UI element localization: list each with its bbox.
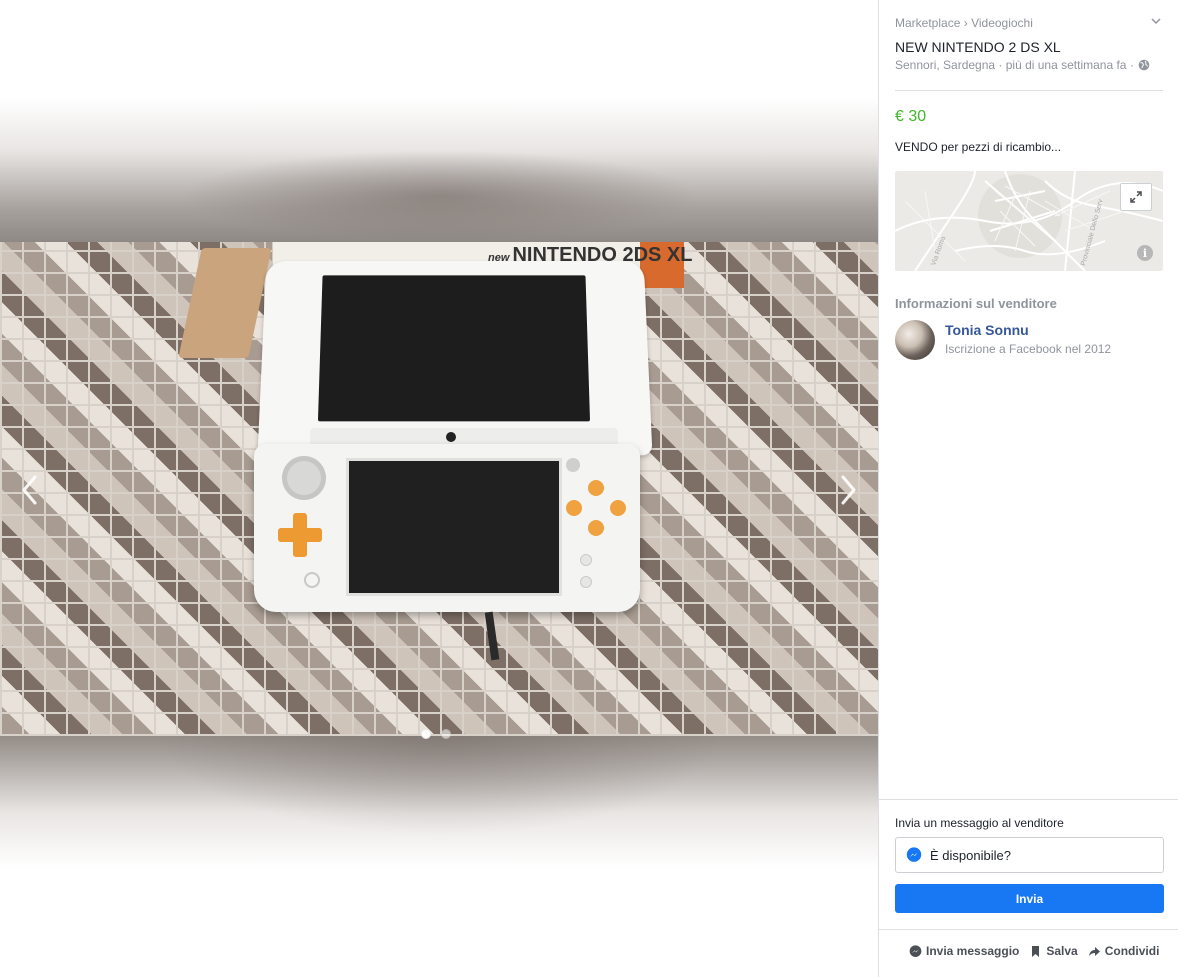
photo-pagination [421, 729, 451, 739]
photo-blur-top-shade [180, 150, 700, 242]
share-label: Condividi [1104, 944, 1160, 958]
info-icon[interactable]: i [1137, 245, 1153, 261]
console-touch-screen [346, 458, 562, 596]
footer-actions: Invia messaggio Salva Condividi [909, 944, 1159, 958]
console-button-b [588, 520, 604, 536]
chevron-left-icon [22, 475, 37, 505]
header-divider [895, 90, 1163, 91]
breadcrumb: Marketplace › Videogiochi [895, 16, 1033, 30]
message-input[interactable] [930, 847, 1150, 863]
seller-avatar[interactable] [895, 320, 935, 360]
messenger-icon [909, 944, 922, 957]
console-c-stick [566, 458, 580, 472]
breadcrumb-marketplace[interactable]: Marketplace [895, 16, 960, 30]
footer-divider [879, 929, 1178, 930]
chevron-down-icon[interactable] [1149, 14, 1163, 28]
location-map[interactable]: Via Roma Provinciale Dello Serv i [895, 171, 1163, 271]
breadcrumb-separator: › [963, 16, 968, 30]
listing-photo[interactable]: new NINTENDO 2DS XL [0, 242, 878, 736]
seller-section-heading: Informazioni sul venditore [895, 296, 1057, 311]
listing-location-text: Sennori, Sardegna · più di una settimana… [895, 58, 1134, 72]
console-dpad-vertical [293, 513, 307, 557]
expand-map-button[interactable] [1120, 183, 1152, 211]
console-camera [446, 432, 456, 442]
console-bottom-shell [254, 444, 640, 612]
photo-dot-2[interactable] [441, 729, 451, 739]
chevron-right-icon [841, 475, 856, 505]
seller-name-link[interactable]: Tonia Sonnu [945, 322, 1029, 338]
save-label: Salva [1046, 944, 1078, 958]
share-icon [1088, 946, 1100, 956]
photo-viewer: new NINTENDO 2DS XL [0, 0, 878, 977]
message-section-divider [879, 799, 1178, 800]
share-action[interactable]: Condividi [1088, 944, 1160, 958]
photo-dot-1[interactable] [421, 729, 431, 739]
listing-location: Sennori, Sardegna · più di una settimana… [895, 58, 1150, 72]
console-button-a [610, 500, 626, 516]
map-label-provinciale: Provinciale Dello Serv [1080, 198, 1105, 266]
message-label: Invia un messaggio al venditore [895, 816, 1064, 830]
console-top-shell [257, 261, 653, 456]
expand-icon [1130, 191, 1142, 203]
console-top-screen [317, 275, 591, 422]
console-stylus [484, 611, 500, 661]
previous-photo-button[interactable] [12, 472, 48, 508]
messenger-icon [906, 847, 922, 862]
console-home-button [304, 572, 320, 588]
console-start-button [580, 554, 592, 566]
send-message-label: Invia messaggio [926, 944, 1020, 958]
listing-price: € 30 [895, 108, 927, 125]
console-circle-pad [282, 456, 326, 500]
marketplace-item-viewer: new NINTENDO 2DS XL Marketplace › Videog… [0, 0, 1178, 977]
console-button-y [566, 500, 582, 516]
bookmark-icon [1032, 945, 1040, 957]
listing-details-panel: Marketplace › Videogiochi NEW NINTENDO 2… [878, 0, 1178, 977]
listing-title: NEW NINTENDO 2 DS XL [895, 39, 1061, 55]
listing-description: VENDO per pezzi di ricambio... [895, 140, 1062, 154]
console-button-x [588, 480, 604, 496]
breadcrumb-category[interactable]: Videogiochi [971, 16, 1033, 30]
message-field[interactable] [895, 837, 1164, 873]
photo-blur-bottom-shade [160, 736, 720, 836]
send-button[interactable]: Invia [895, 884, 1164, 913]
cardboard-piece [178, 248, 272, 358]
console-select-button [580, 576, 592, 588]
seller-join-date: Iscrizione a Facebook nel 2012 [945, 342, 1112, 356]
globe-icon [1138, 59, 1150, 71]
send-message-action[interactable]: Invia messaggio [909, 944, 1019, 958]
next-photo-button[interactable] [830, 472, 866, 508]
save-action[interactable]: Salva [1029, 944, 1078, 958]
